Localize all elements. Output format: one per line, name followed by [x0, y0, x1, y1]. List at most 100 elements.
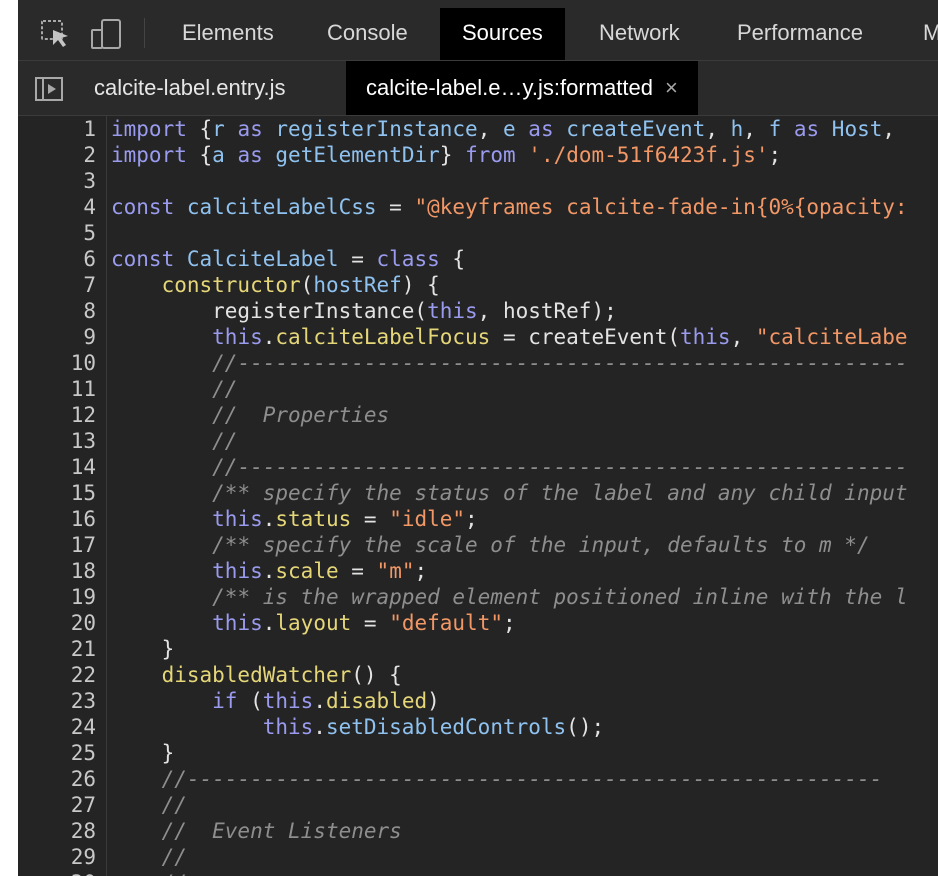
code-token: // — [161, 793, 187, 817]
code-line[interactable]: 11 // — [18, 376, 938, 402]
line-number[interactable]: 4 — [18, 194, 96, 220]
line-number[interactable]: 5 — [18, 220, 96, 246]
line-number[interactable]: 12 — [18, 402, 96, 428]
code-line[interactable]: 5 — [18, 220, 938, 246]
devtools-toolbar: Elements Console Sources Network Perform… — [18, 0, 938, 61]
code-line[interactable]: 27 // — [18, 792, 938, 818]
line-number[interactable]: 7 — [18, 272, 96, 298]
line-number[interactable]: 26 — [18, 766, 96, 792]
line-number[interactable]: 20 — [18, 610, 96, 636]
line-number[interactable]: 2 — [18, 142, 96, 168]
code-line[interactable]: 4 const calciteLabelCss = "@keyframes cal… — [18, 194, 938, 220]
line-number[interactable]: 10 — [18, 350, 96, 376]
close-icon[interactable]: × — [665, 75, 678, 100]
code-token: registerInstance — [275, 117, 478, 141]
code-token: this — [212, 507, 263, 531]
line-number[interactable]: 21 — [18, 636, 96, 662]
file-tab-formatted[interactable]: calcite-label.e…y.js:formatted × — [346, 61, 698, 115]
code-editor[interactable]: 1 import {r as registerInstance, e as cre… — [18, 116, 938, 876]
code-line[interactable]: 22 disabledWatcher() { — [18, 662, 938, 688]
line-number[interactable]: 19 — [18, 584, 96, 610]
code-token: = — [376, 195, 415, 219]
code-line[interactable]: 25 } — [18, 740, 938, 766]
line-number[interactable]: 24 — [18, 714, 96, 740]
line-number[interactable]: 23 — [18, 688, 96, 714]
line-number[interactable]: 29 — [18, 844, 96, 870]
line-source: constructor(hostRef) { — [111, 272, 440, 298]
code-line[interactable]: 19 /** is the wrapped element positioned… — [18, 584, 938, 610]
code-line[interactable]: 6 const CalciteLabel = class { — [18, 246, 938, 272]
code-line[interactable]: 20 this.layout = "default"; — [18, 610, 938, 636]
line-number[interactable]: 15 — [18, 480, 96, 506]
code-line[interactable]: 16 this.status = "idle"; — [18, 506, 938, 532]
code-token: { — [199, 117, 213, 141]
code-line[interactable]: 14 //-----------------------------------… — [18, 454, 938, 480]
code-token: , hostRef); — [477, 299, 617, 323]
code-line[interactable]: 17 /** specify the scale of the input, d… — [18, 532, 938, 558]
file-tab-bar: calcite-label.entry.js calcite-label.e…y… — [18, 61, 938, 116]
code-line[interactable]: 12 // Properties — [18, 402, 938, 428]
code-line[interactable]: 23 if (this.disabled) — [18, 688, 938, 714]
line-number[interactable]: 9 — [18, 324, 96, 350]
tab-more[interactable]: M — [901, 8, 938, 60]
line-number[interactable]: 11 — [18, 376, 96, 402]
tab-network[interactable]: Network — [577, 8, 702, 60]
code-line[interactable]: 18 this.scale = "m"; — [18, 558, 938, 584]
code-line[interactable]: 10 //-----------------------------------… — [18, 350, 938, 376]
code-line[interactable]: 13 // — [18, 428, 938, 454]
code-token: // — [161, 845, 187, 869]
code-token: ( — [300, 273, 314, 297]
code-line[interactable]: 29 // — [18, 844, 938, 870]
code-line[interactable]: 28 // Event Listeners — [18, 818, 938, 844]
code-line[interactable]: 7 constructor(hostRef) { — [18, 272, 938, 298]
line-number[interactable]: 18 — [18, 558, 96, 584]
file-tab-entry[interactable]: calcite-label.entry.js — [74, 61, 306, 115]
code-line[interactable]: 8 registerInstance(this, hostRef); — [18, 298, 938, 324]
code-token: . — [262, 611, 276, 635]
inspect-element-icon[interactable] — [40, 18, 72, 50]
code-token: . — [262, 507, 276, 531]
line-number[interactable]: 22 — [18, 662, 96, 688]
code-line[interactable]: 26 //-----------------------------------… — [18, 766, 938, 792]
device-toolbar-icon[interactable] — [90, 18, 122, 50]
code-line[interactable]: 30 // — [18, 870, 938, 876]
code-token: class — [376, 247, 453, 271]
line-number[interactable]: 30 — [18, 870, 96, 876]
line-number[interactable]: 6 — [18, 246, 96, 272]
code-line[interactable]: 24 this.setDisabledControls(); — [18, 714, 938, 740]
line-number[interactable]: 17 — [18, 532, 96, 558]
code-line[interactable]: 2 import {a as getElementDir} from './dom… — [18, 142, 938, 168]
tab-performance[interactable]: Performance — [715, 8, 885, 60]
line-number[interactable]: 13 — [18, 428, 96, 454]
code-line[interactable]: 1 import {r as registerInstance, e as cre… — [18, 116, 938, 142]
line-number[interactable]: 1 — [18, 116, 96, 142]
code-line[interactable]: 15 /** specify the status of the label a… — [18, 480, 938, 506]
code-token: // — [162, 871, 187, 876]
line-number[interactable]: 16 — [18, 506, 96, 532]
code-token: ( — [250, 689, 263, 713]
code-line[interactable]: 21 } — [18, 636, 938, 662]
tab-sources[interactable]: Sources — [440, 8, 565, 60]
code-token: } — [439, 143, 466, 167]
line-number[interactable]: 25 — [18, 740, 96, 766]
line-number[interactable]: 8 — [18, 298, 96, 324]
toggle-navigator-icon[interactable] — [34, 74, 64, 104]
line-number[interactable]: 28 — [18, 818, 96, 844]
code-token: this — [262, 715, 314, 739]
line-number[interactable]: 14 — [18, 454, 96, 480]
code-token: (); — [566, 715, 605, 739]
code-line[interactable]: 3 — [18, 168, 938, 194]
tab-console[interactable]: Console — [305, 8, 430, 60]
line-number[interactable]: 3 — [18, 168, 96, 194]
code-line[interactable]: 9 this.calciteLabelFocus = createEvent(t… — [18, 324, 938, 350]
code-token: . — [262, 325, 276, 349]
code-token: ; — [414, 559, 428, 583]
code-token: const — [111, 195, 187, 219]
tab-elements[interactable]: Elements — [160, 8, 296, 60]
code-token: { — [199, 143, 213, 167]
line-source: /** is the wrapped element positioned in… — [111, 584, 907, 610]
line-number[interactable]: 27 — [18, 792, 96, 818]
